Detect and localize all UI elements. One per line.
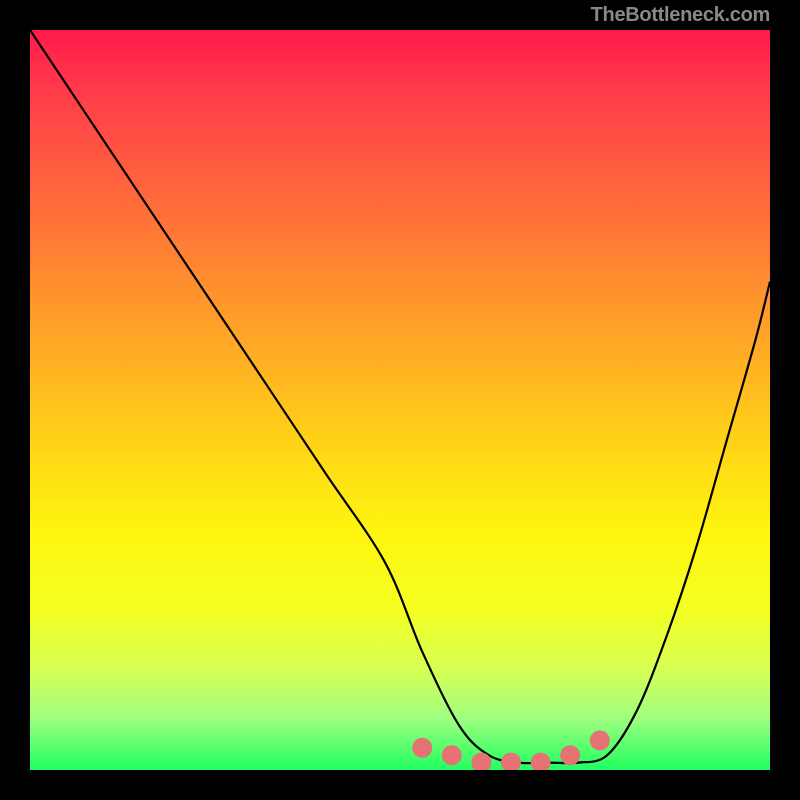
marker-dot: [560, 745, 580, 765]
marker-dot: [501, 753, 521, 770]
marker-dot: [412, 738, 432, 758]
marker-dot: [590, 730, 610, 750]
curve-svg: [30, 30, 770, 770]
marker-dots: [412, 730, 610, 770]
marker-dot: [442, 745, 462, 765]
marker-dot: [531, 753, 551, 770]
watermark-text: TheBottleneck.com: [591, 4, 770, 27]
bottleneck-curve: [30, 30, 770, 763]
bottleneck-chart: TheBottleneck.com: [0, 0, 800, 800]
plot-area: [30, 30, 770, 770]
